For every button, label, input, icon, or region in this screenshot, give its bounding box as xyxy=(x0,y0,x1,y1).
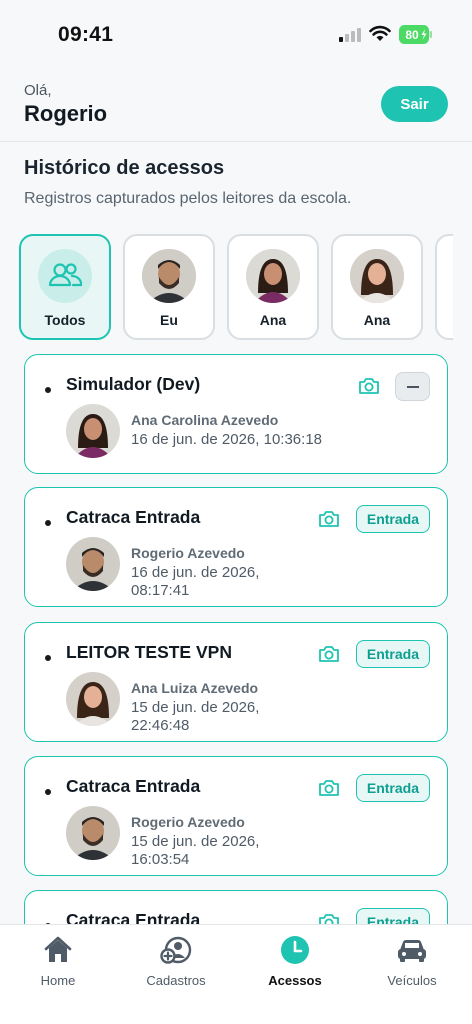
filter-chip-label: Ana xyxy=(259,312,287,328)
tab-veiculos[interactable]: Veículos xyxy=(362,933,462,993)
reader-name: Catraca Entrada xyxy=(66,507,201,527)
tab-acessos[interactable]: Acessos xyxy=(245,933,345,993)
avatar xyxy=(142,249,196,303)
access-card[interactable]: LEITOR TESTE VPN Entrada Ana Luiza Azeve… xyxy=(24,622,448,742)
person-name: Ana Luiza Azevedo xyxy=(131,680,259,696)
filter-chip-label: Eu xyxy=(160,312,178,328)
car-icon xyxy=(398,940,426,962)
camera-icon[interactable] xyxy=(318,913,340,924)
direction-badge: Entrada xyxy=(355,774,430,802)
bullet xyxy=(45,655,51,661)
clock-icon xyxy=(281,936,309,964)
person-name: Rogerio Azevedo xyxy=(131,814,245,830)
minus-icon xyxy=(406,385,419,388)
tab-cadastros[interactable]: Cadastros xyxy=(126,933,226,993)
home-icon xyxy=(44,936,72,962)
filter-chip-ana[interactable]: Ana xyxy=(227,234,319,340)
filter-chip-ana-2[interactable]: Ana xyxy=(331,234,423,340)
person-name: Rogerio Azevedo xyxy=(131,545,245,561)
status-time: 09:41 xyxy=(58,23,114,46)
direction-badge: Entrada xyxy=(355,640,430,668)
avatar xyxy=(66,672,120,726)
avatar xyxy=(66,806,120,860)
access-list: Simulador (Dev) Ana Carolina Azevedo 16 … xyxy=(24,354,448,924)
battery-level: 80 xyxy=(405,28,419,42)
avatar xyxy=(246,249,300,303)
avatar xyxy=(66,404,120,458)
reader-name: Catraca Entrada xyxy=(66,776,201,796)
person-filter-bar: Todos Eu Ana Ana xyxy=(19,234,453,340)
filter-chip-more[interactable] xyxy=(435,234,453,340)
access-datetime: 15 de jun. de 2026, 22:46:48 xyxy=(131,699,260,734)
access-datetime: 16 de jun. de 2026, 08:17:41 xyxy=(131,564,260,599)
filter-chip-eu[interactable]: Eu xyxy=(123,234,215,340)
page-subtitle: Registros capturados pelos leitores da e… xyxy=(24,190,352,207)
direction-badge: Entrada xyxy=(355,908,430,924)
person-name: Ana Carolina Azevedo xyxy=(131,412,279,428)
camera-icon[interactable] xyxy=(318,779,340,797)
avatar xyxy=(350,249,404,303)
access-card[interactable]: Catraca Entrada Entrada Rogerio Azevedo … xyxy=(24,487,448,607)
camera-icon[interactable] xyxy=(318,645,340,663)
greeting: Olá, xyxy=(24,82,52,99)
reader-name: Simulador (Dev) xyxy=(66,374,201,394)
direction-badge: Entrada xyxy=(355,505,430,533)
access-datetime: 16 de jun. de 2026, 10:36:18 xyxy=(131,431,323,448)
filter-chip-label: Todos xyxy=(44,312,86,328)
bullet xyxy=(45,520,51,526)
user-add-icon xyxy=(160,936,192,964)
camera-icon[interactable] xyxy=(318,510,340,528)
tab-label: Veículos xyxy=(387,973,437,988)
bottom-tab-bar: Home Cadastros Acessos Veículos xyxy=(0,924,472,1024)
filter-chip-all[interactable]: Todos xyxy=(19,234,111,340)
group-icon xyxy=(38,249,92,303)
avatar xyxy=(66,537,120,591)
username: Rogerio xyxy=(24,101,108,126)
bullet xyxy=(45,789,51,795)
wifi-icon xyxy=(369,25,391,41)
page-title: Histórico de acessos xyxy=(24,157,225,179)
camera-icon[interactable] xyxy=(358,377,380,395)
tab-home[interactable]: Home xyxy=(8,933,108,993)
access-card[interactable]: Catraca Entrada Entrada xyxy=(24,890,448,924)
access-card[interactable]: Simulador (Dev) Ana Carolina Azevedo 16 … xyxy=(24,354,448,474)
access-datetime: 15 de jun. de 2026, 16:03:54 xyxy=(131,833,260,868)
battery-icon: 80 xyxy=(399,25,432,44)
filter-chip-label: Ana xyxy=(363,312,391,328)
signal-icon xyxy=(339,28,361,42)
reader-name: Catraca Entrada xyxy=(66,910,201,924)
tab-label: Home xyxy=(40,973,76,988)
tab-label: Cadastros xyxy=(146,973,206,988)
bullet xyxy=(45,387,51,393)
header: Olá, Rogerio Sair xyxy=(0,76,472,142)
access-card[interactable]: Catraca Entrada Entrada Rogerio Azevedo … xyxy=(24,756,448,876)
logout-button[interactable]: Sair xyxy=(381,86,448,122)
direction-unknown-badge xyxy=(395,372,430,401)
reader-name: LEITOR TESTE VPN xyxy=(66,642,232,662)
status-bar: 09:41 80 xyxy=(0,0,472,70)
tab-label: Acessos xyxy=(268,973,322,988)
